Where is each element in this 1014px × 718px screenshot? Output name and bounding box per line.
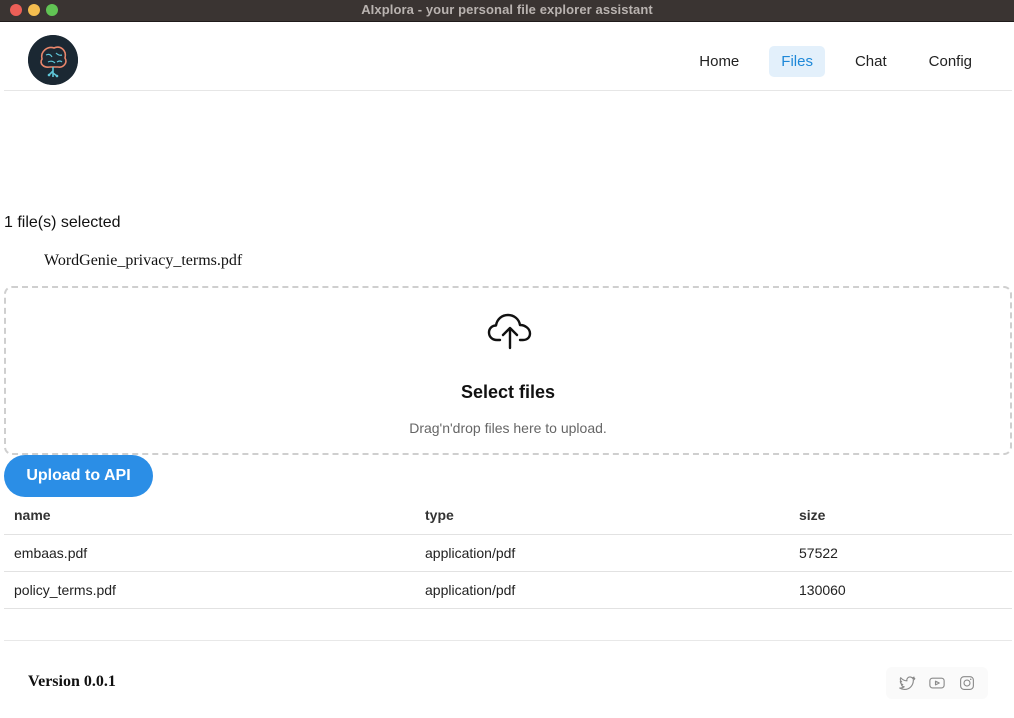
nav-home[interactable]: Home (687, 46, 751, 77)
main-nav: Home Files Chat Config (687, 46, 984, 77)
column-header-name[interactable]: name (4, 497, 415, 535)
instagram-icon[interactable] (958, 674, 976, 692)
brain-logo-icon[interactable] (28, 35, 78, 85)
window-titlebar: AIxplora - your personal file explorer a… (0, 0, 1014, 22)
app-header: Home Files Chat Config (4, 23, 1012, 91)
version-label: Version 0.0.1 (28, 673, 116, 690)
selected-file-item: WordGenie_privacy_terms.pdf (44, 252, 243, 269)
nav-chat[interactable]: Chat (843, 46, 899, 77)
cell-type: application/pdf (415, 571, 789, 609)
cloud-upload-icon (487, 313, 532, 350)
upload-to-api-button[interactable]: Upload to API (4, 455, 153, 497)
column-header-type[interactable]: type (415, 497, 789, 535)
cell-size: 57522 (789, 534, 1012, 572)
files-table: name type size embaas.pdf application/pd… (4, 497, 1012, 609)
twitter-icon[interactable] (898, 674, 916, 692)
cell-type: application/pdf (415, 534, 789, 572)
selected-count: 1 file(s) selected (4, 214, 121, 231)
cell-name: embaas.pdf (4, 534, 415, 572)
dropzone-title: Select files (460, 382, 556, 402)
column-header-size[interactable]: size (789, 497, 1012, 535)
nav-config[interactable]: Config (917, 46, 984, 77)
dropzone-subtitle: Drag'n'drop files here to upload. (409, 420, 607, 436)
table-row[interactable]: policy_terms.pdf application/pdf 130060 (4, 571, 1012, 609)
cell-name: policy_terms.pdf (4, 571, 415, 609)
app-footer: Version 0.0.1 (4, 640, 1012, 718)
window-title: AIxplora - your personal file explorer a… (361, 2, 653, 17)
social-links (886, 667, 988, 699)
table-header-row: name type size (4, 497, 1012, 535)
cell-size: 130060 (789, 571, 1012, 609)
file-dropzone[interactable]: Select files Drag'n'drop files here to u… (4, 286, 1012, 455)
nav-files[interactable]: Files (769, 46, 825, 77)
table-row[interactable]: embaas.pdf application/pdf 57522 (4, 534, 1012, 572)
youtube-icon[interactable] (928, 674, 946, 692)
